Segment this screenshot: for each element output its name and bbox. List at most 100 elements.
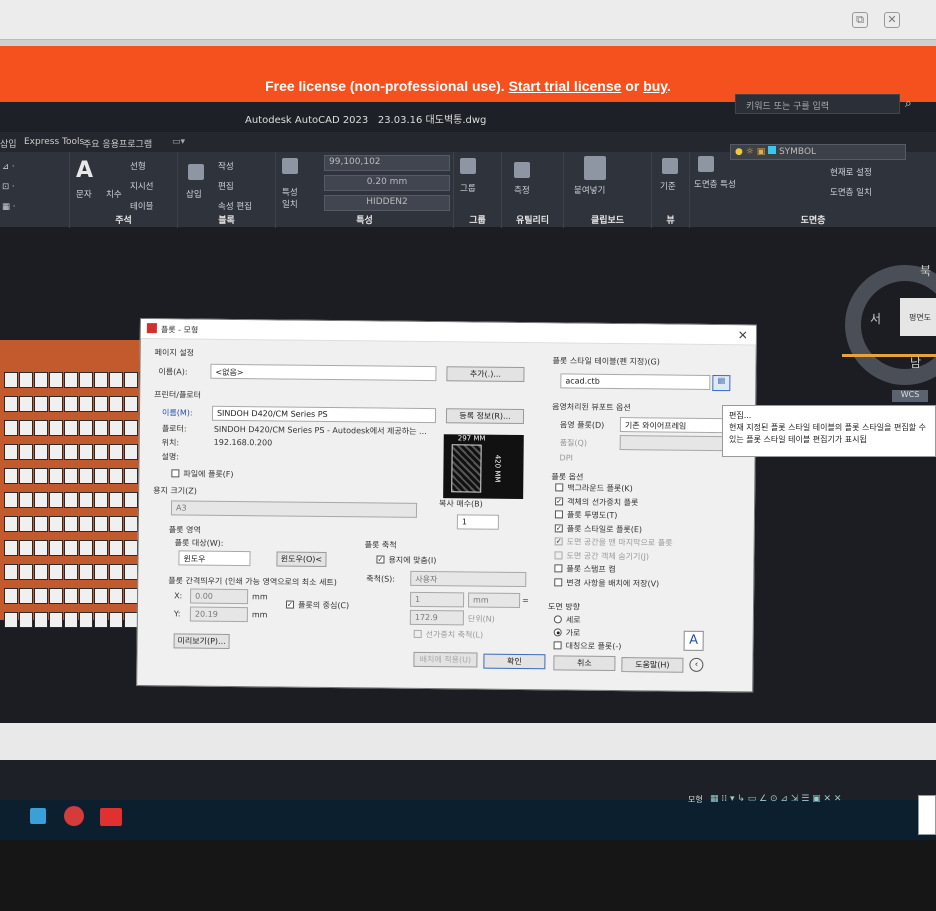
layer-properties-icon[interactable] [698,156,714,172]
start-trial-link[interactable]: Start trial license [509,78,622,94]
status-toggles[interactable]: ▦ ⁞⁞ ▾ ↳ ▭ ∠ ⊙ ⊿ ⇲ ☰ ▣ ✕ ✕ [710,794,841,804]
quality-select[interactable] [619,435,724,452]
ok-button[interactable]: 확인 [483,653,546,670]
search-icon[interactable]: ⌕ [905,96,912,111]
plot-what-select[interactable]: 윈도우 [178,550,251,567]
linear-button[interactable]: 선형 [130,160,146,172]
tab-overflow-icon[interactable]: ▭▾ [172,137,185,147]
printer-name-select[interactable]: SINDOH D420/CM Series PS [211,405,437,424]
plot-option-checkbox[interactable] [555,483,564,492]
fit-to-paper-checkbox[interactable]: ✓ [376,555,385,564]
taskbar-anydesk-icon[interactable] [100,808,122,826]
viewcube-west[interactable]: 서 [870,310,881,327]
description-label: 설명: [161,452,180,462]
linetype-dropdown[interactable]: HIDDEN2 [324,195,450,211]
table-button[interactable]: 테이블 [130,200,153,212]
taskbar-app-icon[interactable] [30,808,46,824]
offset-y-input[interactable]: 20.19 [189,606,248,623]
add-button[interactable]: 추가(.)... [446,366,525,383]
notification-edge[interactable] [918,795,936,835]
plot-to-file-checkbox[interactable] [171,469,180,478]
text-tool-icon[interactable]: A [76,158,93,183]
wcs-badge[interactable]: WCS [892,390,928,402]
layer-match-button[interactable]: 도면층 일치 [830,186,872,198]
close-icon[interactable]: ✕ [884,12,900,28]
shade-plot-select[interactable]: 기존 와이어프레임 [619,417,724,434]
paste-icon[interactable] [584,156,606,180]
copies-input[interactable]: 1 [456,514,499,530]
scale-unit-select[interactable]: mm [467,592,521,608]
offset-x-input[interactable]: 0.00 [190,588,249,605]
tab-express-tools[interactable]: Express Tools [24,137,84,147]
measure-button[interactable]: 측정 [514,184,530,196]
page-setup-name-select[interactable]: <없음> [210,363,437,382]
text-button[interactable]: 문자 [76,188,92,200]
plot-option-checkbox[interactable] [554,550,563,559]
portrait-radio[interactable] [553,615,562,624]
building-window [34,468,48,484]
create-button[interactable]: 작성 [218,160,234,172]
match-button[interactable]: 일치 [282,198,298,210]
plot-dialog: 플롯 - 모형 ✕ 페이지 설정 이름(A): <없음> 추가(.)... 프린… [136,318,757,693]
insert-button[interactable]: 삽입 [186,188,202,200]
building-window [34,588,48,604]
viewcube-north[interactable]: 북 [920,262,931,279]
window-button[interactable]: 윈도우(O)< [276,551,327,567]
edit-plot-style-icon[interactable]: ▤ [712,374,731,392]
dimension-button[interactable]: 치수 [106,188,122,200]
scale-lineweights-checkbox[interactable] [413,629,422,638]
buy-link[interactable]: buy [643,78,667,94]
insert-icon[interactable] [188,164,204,180]
search-input[interactable]: 키워드 또는 구를 입력 [735,94,900,114]
paste-button[interactable]: 붙여넣기 [574,184,605,196]
scale-select[interactable]: 사용자 [410,570,527,588]
color-dropdown[interactable]: 99,100,102 [324,155,450,171]
layer-properties-button[interactable]: 도면층 특성 [694,178,736,190]
upside-down-checkbox[interactable] [553,641,562,650]
taskbar-g-icon[interactable] [64,806,84,826]
paper-size-select[interactable]: A3 [170,500,418,518]
plot-option-checkbox[interactable] [554,510,564,519]
draw-tool-3[interactable]: ▦ · [2,202,15,212]
plot-style-select[interactable]: acad.ctb [560,373,711,390]
lineweight-dropdown[interactable]: 0.20 mm [324,175,450,191]
center-plot-checkbox[interactable]: ✓ [285,600,295,609]
properties-button[interactable]: 특성 [282,186,298,198]
model-tab[interactable]: 모형 [688,794,703,805]
plot-option-checkbox[interactable]: ✓ [554,537,563,546]
building-window [124,492,138,508]
plot-option-checkbox[interactable] [554,564,563,573]
layer-dropdown[interactable]: ● ☼ ▣ SYMBOL [730,144,906,160]
draw-tool-2[interactable]: ⊡ · [2,182,15,192]
edit-button[interactable]: 편집 [218,180,234,192]
building-window [34,564,48,580]
tab-featured-apps[interactable]: 주요 응용프로그램 [83,137,152,150]
cancel-button[interactable]: 취소 [553,655,616,671]
landscape-radio[interactable] [553,628,562,637]
set-current-button[interactable]: 현재로 설정 [830,166,872,178]
draw-tool[interactable]: ⊿ · [2,162,15,172]
apply-to-layout-button[interactable]: 배치에 적용(U) [413,651,478,668]
base-button[interactable]: 기준 [660,180,676,192]
collapse-icon[interactable]: ‹ [689,657,704,672]
group-icon[interactable] [460,158,476,174]
viewcube-face[interactable]: 평면도 [900,298,936,336]
match-properties-icon[interactable] [282,158,298,174]
group-button[interactable]: 그룹 [460,182,476,194]
measure-icon[interactable] [514,162,530,178]
plot-option-checkbox[interactable] [554,577,563,586]
printer-properties-button[interactable]: 등록 정보(R)... [445,408,525,425]
tab-insert[interactable]: 삽입 [0,137,17,150]
dialog-close-icon[interactable]: ✕ [738,328,748,342]
attr-edit-button[interactable]: 속성 편집 [218,200,252,212]
building-window [64,612,78,628]
plot-option-checkbox[interactable]: ✓ [554,523,563,532]
window-tile-icon[interactable]: ⧉ [852,12,868,28]
scale-units-input[interactable]: 172.9 [409,609,464,626]
help-button[interactable]: 도움말(H) [621,657,684,673]
base-view-icon[interactable] [662,158,678,174]
preview-button[interactable]: 미리보기(P)... [173,633,230,649]
leader-button[interactable]: 지시선 [130,180,153,192]
plot-option-checkbox[interactable]: ✓ [555,496,564,505]
scale-inches-input[interactable]: 1 [409,591,465,608]
